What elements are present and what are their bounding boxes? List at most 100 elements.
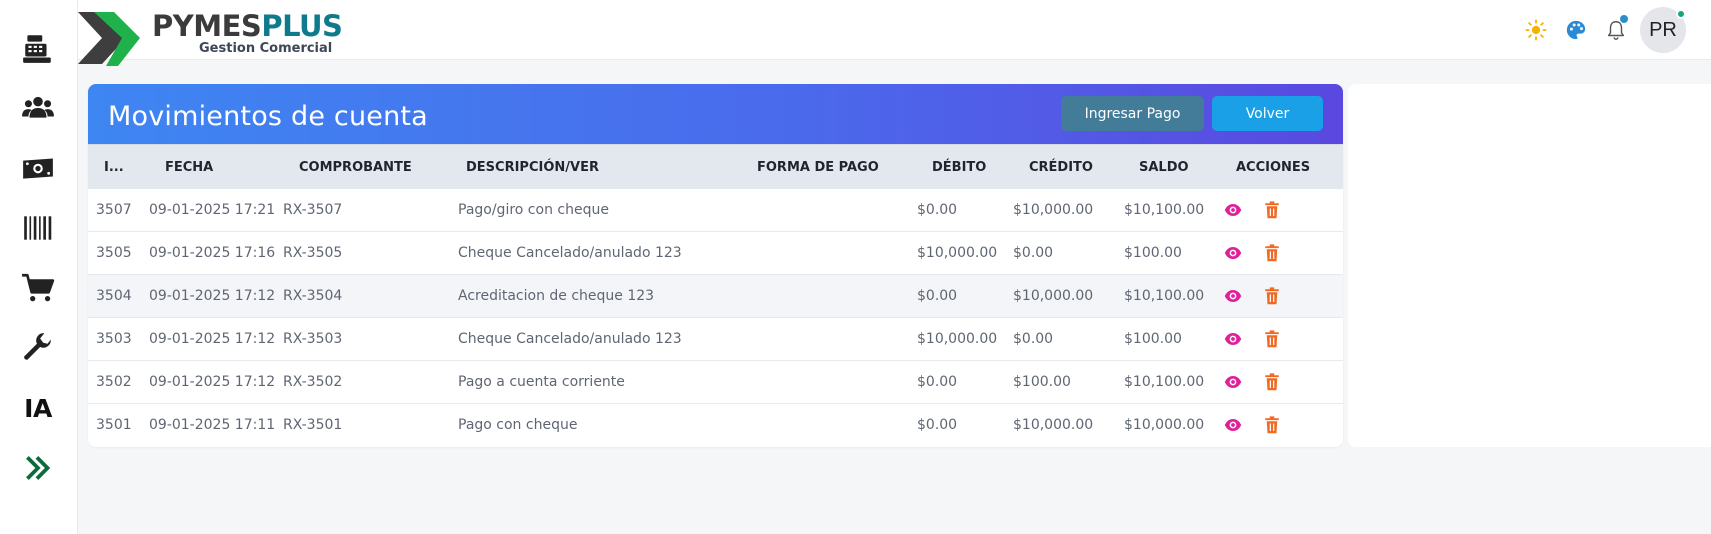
cell-descripcion[interactable]: Pago/giro con cheque — [458, 202, 609, 218]
cell-id: 3507 — [96, 202, 132, 218]
cell-descripcion[interactable]: Pago a cuenta corriente — [458, 374, 625, 390]
col-debito[interactable]: DÉBITO — [932, 160, 986, 175]
cell-credito: $10,000.00 — [1013, 202, 1094, 218]
sidebar-item-money[interactable] — [18, 148, 58, 188]
palette-icon — [1566, 20, 1586, 40]
user-avatar[interactable]: PR — [1640, 7, 1686, 53]
table-row[interactable]: 3507 09-01-2025 17:21 RX-3507 Pago/giro … — [88, 189, 1343, 232]
cell-descripcion[interactable]: Acreditacion de cheque 123 — [458, 288, 654, 304]
sun-icon — [1525, 19, 1547, 41]
cell-credito: $10,000.00 — [1013, 417, 1094, 433]
cell-debito: $0.00 — [917, 417, 958, 433]
table-row[interactable]: 3502 09-01-2025 17:12 RX-3502 Pago a cue… — [88, 361, 1343, 404]
cell-descripcion[interactable]: Cheque Cancelado/anulado 123 — [458, 245, 682, 261]
brand-logo[interactable]: PYMESPLUS Gestion Comercial — [78, 10, 343, 68]
table-row[interactable]: 3503 09-01-2025 17:12 RX-3503 Cheque Can… — [88, 318, 1343, 361]
account-movements-card: Movimientos de cuenta Ingresar Pago Volv… — [88, 84, 1343, 447]
cell-id: 3501 — [96, 417, 132, 433]
volver-button[interactable]: Volver — [1212, 96, 1323, 131]
delete-button[interactable] — [1263, 244, 1281, 262]
cell-fecha: 09-01-2025 17:12 — [149, 288, 276, 304]
delete-button[interactable] — [1263, 416, 1281, 434]
view-button[interactable] — [1224, 244, 1242, 262]
trash-icon — [1265, 416, 1279, 434]
cell-comprobante: RX-3507 — [283, 202, 343, 218]
avatar-initials: PR — [1649, 18, 1677, 41]
col-saldo[interactable]: SALDO — [1139, 160, 1189, 175]
view-button[interactable] — [1224, 416, 1242, 434]
cell-saldo: $100.00 — [1124, 331, 1182, 347]
cell-debito: $0.00 — [917, 202, 958, 218]
table-row[interactable]: 3504 09-01-2025 17:12 RX-3504 Acreditaci… — [88, 275, 1343, 318]
delete-button[interactable] — [1263, 373, 1281, 391]
cell-debito: $0.00 — [917, 288, 958, 304]
cash-register-icon — [23, 35, 51, 63]
delete-button[interactable] — [1263, 330, 1281, 348]
col-forma-pago[interactable]: FORMA DE PAGO — [757, 160, 879, 175]
cell-comprobante: RX-3505 — [283, 245, 343, 261]
view-button[interactable] — [1224, 373, 1242, 391]
cell-id: 3505 — [96, 245, 132, 261]
trash-icon — [1265, 287, 1279, 305]
col-descripcion[interactable]: DESCRIPCIÓN/VER — [466, 160, 599, 175]
cell-saldo: $10,100.00 — [1124, 202, 1205, 218]
users-icon — [22, 96, 54, 118]
cell-id: 3502 — [96, 374, 132, 390]
sidebar-item-pos[interactable] — [18, 29, 58, 69]
logo-chevron-icon — [78, 12, 140, 66]
view-button[interactable] — [1224, 287, 1242, 305]
ia-icon: IA — [24, 393, 52, 423]
top-header: PYMESPLUS Gestion Comercial PR — [78, 0, 1711, 66]
brand-subtitle: Gestion Comercial — [199, 41, 333, 56]
sidebar: IA — [0, 0, 78, 534]
table-header: I... FECHA COMPROBANTE DESCRIPCIÓN/VER F… — [88, 144, 1343, 189]
cell-comprobante: RX-3501 — [283, 417, 343, 433]
cell-fecha: 09-01-2025 17:12 — [149, 374, 276, 390]
cell-debito: $0.00 — [917, 374, 958, 390]
sidebar-item-tools[interactable] — [18, 328, 58, 368]
theme-toggle-button[interactable] — [1523, 17, 1549, 43]
cell-credito: $0.00 — [1013, 331, 1054, 347]
eye-icon — [1224, 333, 1242, 345]
col-acciones: ACCIONES — [1236, 160, 1311, 175]
page-title: Movimientos de cuenta — [108, 101, 428, 132]
cell-debito: $10,000.00 — [917, 245, 998, 261]
sidebar-expand-button[interactable] — [18, 448, 58, 488]
notifications-button[interactable] — [1603, 15, 1629, 43]
barcode-icon — [24, 216, 52, 240]
sidebar-item-cart[interactable] — [18, 268, 58, 308]
palette-button[interactable] — [1563, 17, 1589, 43]
cell-comprobante: RX-3502 — [283, 374, 343, 390]
eye-icon — [1224, 204, 1242, 216]
table-row[interactable]: 3505 09-01-2025 17:16 RX-3505 Cheque Can… — [88, 232, 1343, 275]
view-button[interactable] — [1224, 330, 1242, 348]
eye-icon — [1224, 376, 1242, 388]
cell-comprobante: RX-3504 — [283, 288, 343, 304]
cell-descripcion[interactable]: Cheque Cancelado/anulado 123 — [458, 331, 682, 347]
col-comprobante[interactable]: COMPROBANTE — [299, 160, 412, 175]
cell-comprobante: RX-3503 — [283, 331, 343, 347]
trash-icon — [1265, 373, 1279, 391]
cell-descripcion[interactable]: Pago con cheque — [458, 417, 577, 433]
card-header: Movimientos de cuenta Ingresar Pago Volv… — [88, 84, 1343, 144]
delete-button[interactable] — [1263, 201, 1281, 219]
table-row[interactable]: 3501 09-01-2025 17:11 RX-3501 Pago con c… — [88, 404, 1343, 447]
sidebar-item-users[interactable] — [18, 88, 58, 128]
movements-table: I... FECHA COMPROBANTE DESCRIPCIÓN/VER F… — [88, 144, 1343, 447]
col-fecha[interactable]: FECHA — [165, 160, 213, 175]
view-button[interactable] — [1224, 201, 1242, 219]
money-icon — [23, 158, 53, 179]
side-panel — [1348, 84, 1711, 447]
sidebar-item-ia[interactable]: IA — [18, 388, 58, 428]
cell-debito: $10,000.00 — [917, 331, 998, 347]
cell-fecha: 09-01-2025 17:16 — [149, 245, 276, 261]
sidebar-item-barcode[interactable] — [18, 208, 58, 248]
col-credito[interactable]: CRÉDITO — [1029, 160, 1093, 175]
cell-credito: $10,000.00 — [1013, 288, 1094, 304]
cell-saldo: $10,100.00 — [1124, 374, 1205, 390]
cell-saldo: $10,000.00 — [1124, 417, 1205, 433]
ingresar-pago-button[interactable]: Ingresar Pago — [1061, 96, 1204, 131]
eye-icon — [1224, 290, 1242, 302]
col-id[interactable]: I... — [104, 160, 124, 175]
delete-button[interactable] — [1263, 287, 1281, 305]
